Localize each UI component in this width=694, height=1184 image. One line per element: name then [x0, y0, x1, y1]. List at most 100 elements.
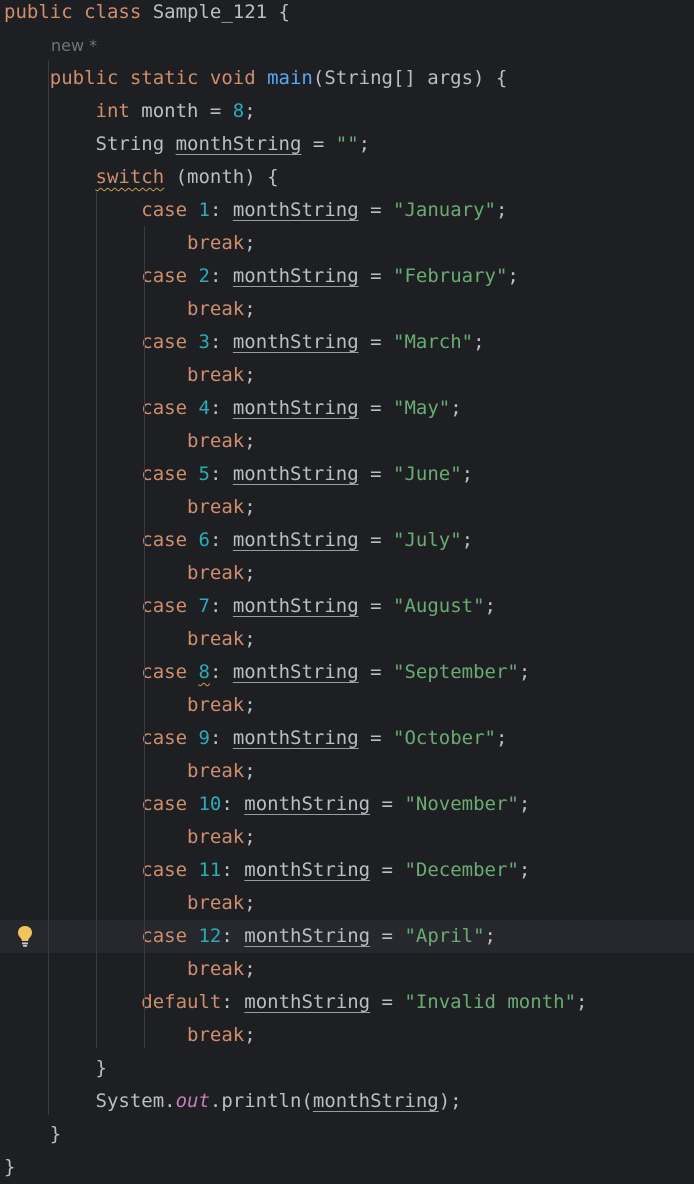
code-line[interactable]: break;: [0, 557, 694, 590]
code-line[interactable]: break;: [0, 623, 694, 656]
code-line[interactable]: default: monthString = "Invalid month";: [0, 986, 694, 1019]
code-text: case 8: monthString = "September";: [4, 656, 530, 689]
code-token: case: [141, 199, 199, 221]
code-token: =: [358, 529, 393, 551]
code-token: break: [187, 1024, 245, 1046]
indent-guide: [48, 60, 49, 1115]
lightbulb-icon[interactable]: [14, 924, 36, 948]
code-token: 2: [198, 265, 210, 287]
code-line[interactable]: break;: [0, 359, 694, 392]
code-line[interactable]: public class Sample_121 {: [0, 0, 694, 29]
code-token: "July": [393, 529, 462, 551]
code-text: case 3: monthString = "March";: [4, 326, 484, 359]
code-token: =: [358, 727, 393, 749]
code-token: case: [141, 265, 199, 287]
code-line[interactable]: break;: [0, 227, 694, 260]
code-line[interactable]: case 9: monthString = "October";: [0, 722, 694, 755]
code-line[interactable]: break;: [0, 821, 694, 854]
code-token: monthString: [232, 529, 359, 551]
code-line[interactable]: case 11: monthString = "December";: [0, 854, 694, 887]
code-token: =: [370, 925, 405, 947]
code-line[interactable]: switch (month) {: [0, 161, 694, 194]
code-line[interactable]: new *: [0, 29, 694, 62]
code-text: case 7: monthString = "August";: [4, 590, 496, 623]
code-text: case 4: monthString = "May";: [4, 392, 462, 425]
code-token: break: [187, 958, 245, 980]
code-token: =: [370, 991, 405, 1013]
code-text: break;: [4, 425, 256, 458]
code-token: ;: [244, 496, 256, 518]
code-token: .println(: [209, 1090, 313, 1112]
code-token: ;: [244, 298, 256, 320]
code-line[interactable]: break;: [0, 293, 694, 326]
code-token: String: [4, 133, 176, 155]
code-token: 5: [198, 463, 210, 485]
code-token: 8: [232, 100, 245, 122]
code-editor[interactable]: } } System.out.println(monthString); } b…: [0, 0, 694, 1178]
code-line[interactable]: }: [0, 1052, 694, 1085]
code-token: 3: [198, 331, 210, 353]
code-line[interactable]: break;: [0, 491, 694, 524]
code-token: ;: [450, 397, 462, 419]
code-line[interactable]: case 3: monthString = "March";: [0, 326, 694, 359]
code-line[interactable]: case 6: monthString = "July";: [0, 524, 694, 557]
code-token: case: [141, 859, 199, 881]
code-line[interactable]: break;: [0, 755, 694, 788]
code-token: :: [209, 397, 233, 419]
code-line[interactable]: }: [0, 1118, 694, 1151]
code-line[interactable]: case 10: monthString = "November";: [0, 788, 694, 821]
code-token: =: [358, 397, 393, 419]
code-line[interactable]: case 5: monthString = "June";: [0, 458, 694, 491]
code-token: :: [209, 265, 233, 287]
code-line[interactable]: case 4: monthString = "May";: [0, 392, 694, 425]
code-line[interactable]: case 8: monthString = "September";: [0, 656, 694, 689]
code-token: (String[] args) {: [312, 67, 508, 89]
code-token: case: [141, 925, 199, 947]
code-token: 11: [198, 859, 222, 881]
code-line[interactable]: case 7: monthString = "August";: [0, 590, 694, 623]
code-token: :: [221, 859, 245, 881]
code-token: break: [187, 562, 245, 584]
code-token: =: [358, 265, 393, 287]
code-text: break;: [4, 359, 256, 392]
code-text: break;: [4, 623, 256, 656]
code-token: case: [141, 331, 199, 353]
code-line[interactable]: System.out.println(monthString);: [0, 1085, 694, 1118]
code-line[interactable]: int month = 8;: [0, 95, 694, 128]
code-token: break: [187, 892, 245, 914]
code-token: case: [141, 463, 199, 485]
code-line[interactable]: case 2: monthString = "February";: [0, 260, 694, 293]
code-line[interactable]: case 1: monthString = "January";: [0, 194, 694, 227]
code-token: );: [438, 1090, 462, 1112]
code-token: ;: [244, 100, 256, 122]
code-line[interactable]: break;: [0, 1019, 694, 1052]
code-token: break: [187, 760, 245, 782]
author-hint[interactable]: new *: [51, 29, 97, 62]
code-text: break;: [4, 227, 256, 260]
code-token: ;: [244, 1024, 256, 1046]
code-token: ;: [244, 364, 256, 386]
code-token: out: [175, 1090, 210, 1112]
code-line[interactable]: break;: [0, 887, 694, 920]
code-line[interactable]: break;: [0, 689, 694, 722]
code-line[interactable]: break;: [0, 425, 694, 458]
code-token: :: [209, 727, 233, 749]
code-token: default: [141, 991, 222, 1013]
code-text: case 9: monthString = "October";: [4, 722, 507, 755]
code-text: break;: [4, 887, 256, 920]
code-token: monthString: [232, 727, 359, 749]
code-token: ;: [244, 694, 256, 716]
code-token: break: [187, 826, 245, 848]
code-line[interactable]: break;: [0, 953, 694, 986]
code-text: case 11: monthString = "December";: [4, 854, 530, 887]
code-token: public class: [4, 1, 153, 23]
code-line[interactable]: case 12: monthString = "April";: [0, 920, 694, 953]
code-line[interactable]: }: [0, 1151, 694, 1184]
code-token: 7: [198, 595, 210, 617]
code-text: break;: [4, 1019, 256, 1052]
code-line[interactable]: String monthString = "";: [0, 128, 694, 161]
code-line[interactable]: public static void main(String[] args) {: [0, 62, 694, 95]
